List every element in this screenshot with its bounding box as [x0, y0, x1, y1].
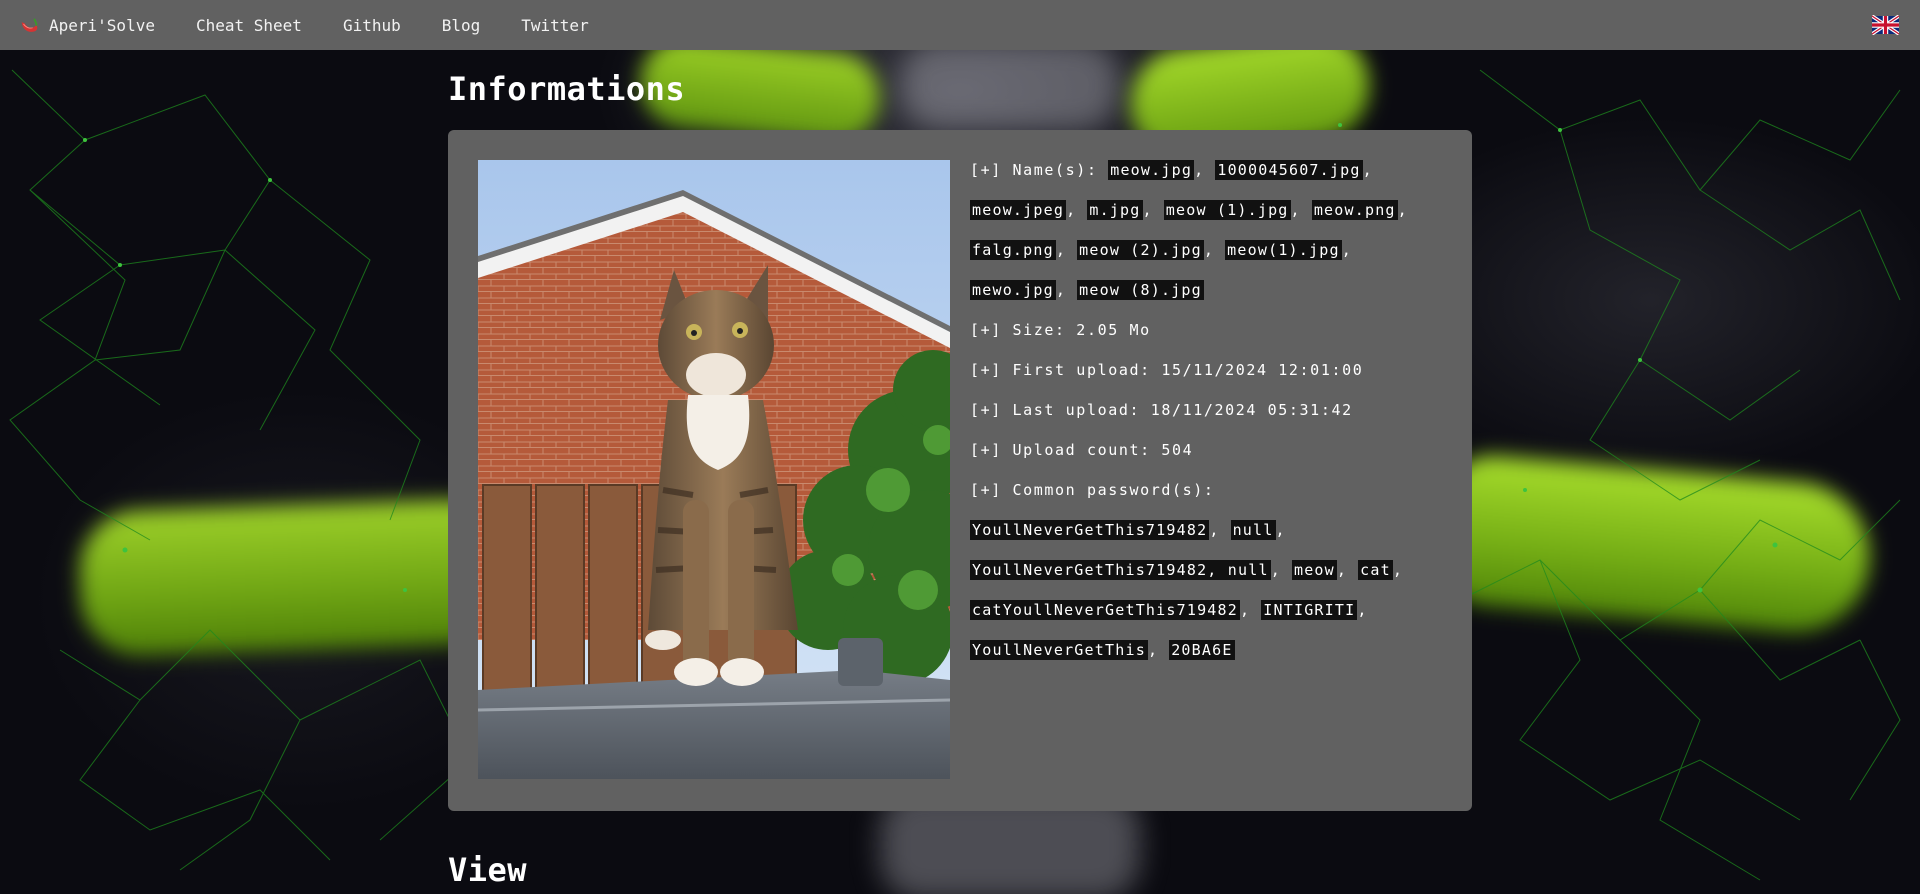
file-name-chip: meow (1).jpg: [1163, 200, 1291, 220]
view-title: View: [448, 851, 528, 889]
names-label: [+] Name(s):: [970, 161, 1098, 179]
password-chip: 20BA6E: [1169, 640, 1235, 660]
password-chip: YoullNeverGetThis719482, null: [970, 560, 1271, 580]
password-chip: YoullNeverGetThis: [970, 640, 1148, 660]
password-chip: catYoullNeverGetThis719482: [970, 600, 1240, 620]
navbar: Aperi'Solve Cheat Sheet Github Blog Twit…: [0, 0, 1920, 50]
names-row: meow.jpeg, m.jpg, meow (1).jpg, meow.png…: [970, 200, 1409, 220]
password-chip: null: [1230, 520, 1276, 540]
nav-link-blog[interactable]: Blog: [442, 16, 481, 35]
file-name-chip: meow (2).jpg: [1077, 240, 1204, 260]
passwords-label: [+] Common password(s):: [970, 481, 1215, 499]
passwords-row: YoullNeverGetThis719482, null,: [970, 520, 1287, 540]
file-name-chip: meow (8).jpg: [1077, 280, 1204, 300]
uploaded-image-cat: [478, 160, 950, 779]
nav-link-github[interactable]: Github: [343, 16, 401, 35]
password-chip: YoullNeverGetThis719482: [970, 520, 1210, 540]
file-name-chip: meow.jpeg: [970, 200, 1067, 220]
file-name-chip: meow(1).jpg: [1225, 240, 1342, 260]
last-upload-line: [+] Last upload: 18/11/2024 05:31:42: [970, 401, 1353, 419]
passwords-row: catYoullNeverGetThis719482, INTIGRITI,: [970, 600, 1368, 620]
file-name-chip: 1000045607.jpg: [1215, 160, 1363, 180]
informations-card: [+] Name(s): meow.jpg, 1000045607.jpg, m…: [448, 130, 1472, 811]
passwords-row: YoullNeverGetThis719482, null, meow, cat…: [970, 560, 1404, 580]
nav-links: Cheat Sheet Github Blog Twitter: [196, 16, 589, 35]
brand-link[interactable]: Aperi'Solve: [18, 14, 155, 36]
chili-logo-icon: [21, 18, 38, 32]
nav-link-cheat-sheet[interactable]: Cheat Sheet: [196, 16, 302, 35]
file-name-chip: meow.jpg: [1108, 160, 1195, 180]
file-information: [+] Name(s): meow.jpg, 1000045607.jpg, m…: [970, 150, 1440, 670]
password-chip: INTIGRITI: [1261, 600, 1358, 620]
brand-name: Aperi'Solve: [49, 15, 155, 35]
file-name-chip: mewo.jpg: [970, 280, 1056, 300]
file-name-chip: falg.png: [970, 240, 1056, 260]
password-chip: cat: [1358, 560, 1393, 580]
uk-flag-icon[interactable]: [1872, 15, 1899, 35]
passwords-row: YoullNeverGetThis, 20BA6E: [970, 640, 1235, 660]
upload-count-line: [+] Upload count: 504: [970, 441, 1194, 459]
file-name-chip: m.jpg: [1087, 200, 1143, 220]
names-row: [+] Name(s): meow.jpg, 1000045607.jpg,: [970, 160, 1374, 180]
password-chip: meow: [1291, 560, 1337, 580]
size-line: [+] Size: 2.05 Mo: [970, 321, 1151, 339]
names-row: falg.png, meow (2).jpg, meow(1).jpg,: [970, 240, 1353, 260]
first-upload-line: [+] First upload: 15/11/2024 12:01:00: [970, 361, 1364, 379]
names-row: mewo.jpg, meow (8).jpg: [970, 280, 1204, 300]
nav-link-twitter[interactable]: Twitter: [521, 16, 588, 35]
informations-title: Informations: [448, 70, 686, 108]
file-name-chip: meow.png: [1311, 200, 1398, 220]
